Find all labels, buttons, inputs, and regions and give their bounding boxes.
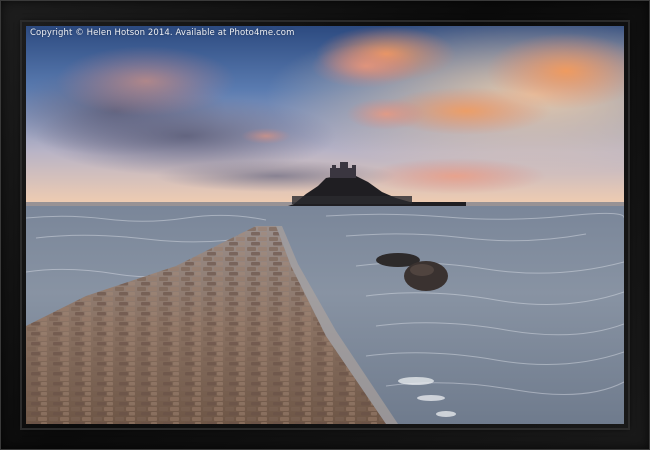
copyright-watermark: Copyright © Helen Hotson 2014. Available… — [30, 28, 295, 38]
landscape-photo — [26, 26, 624, 424]
framed-photo: Copyright © Helen Hotson 2014. Available… — [26, 26, 624, 424]
